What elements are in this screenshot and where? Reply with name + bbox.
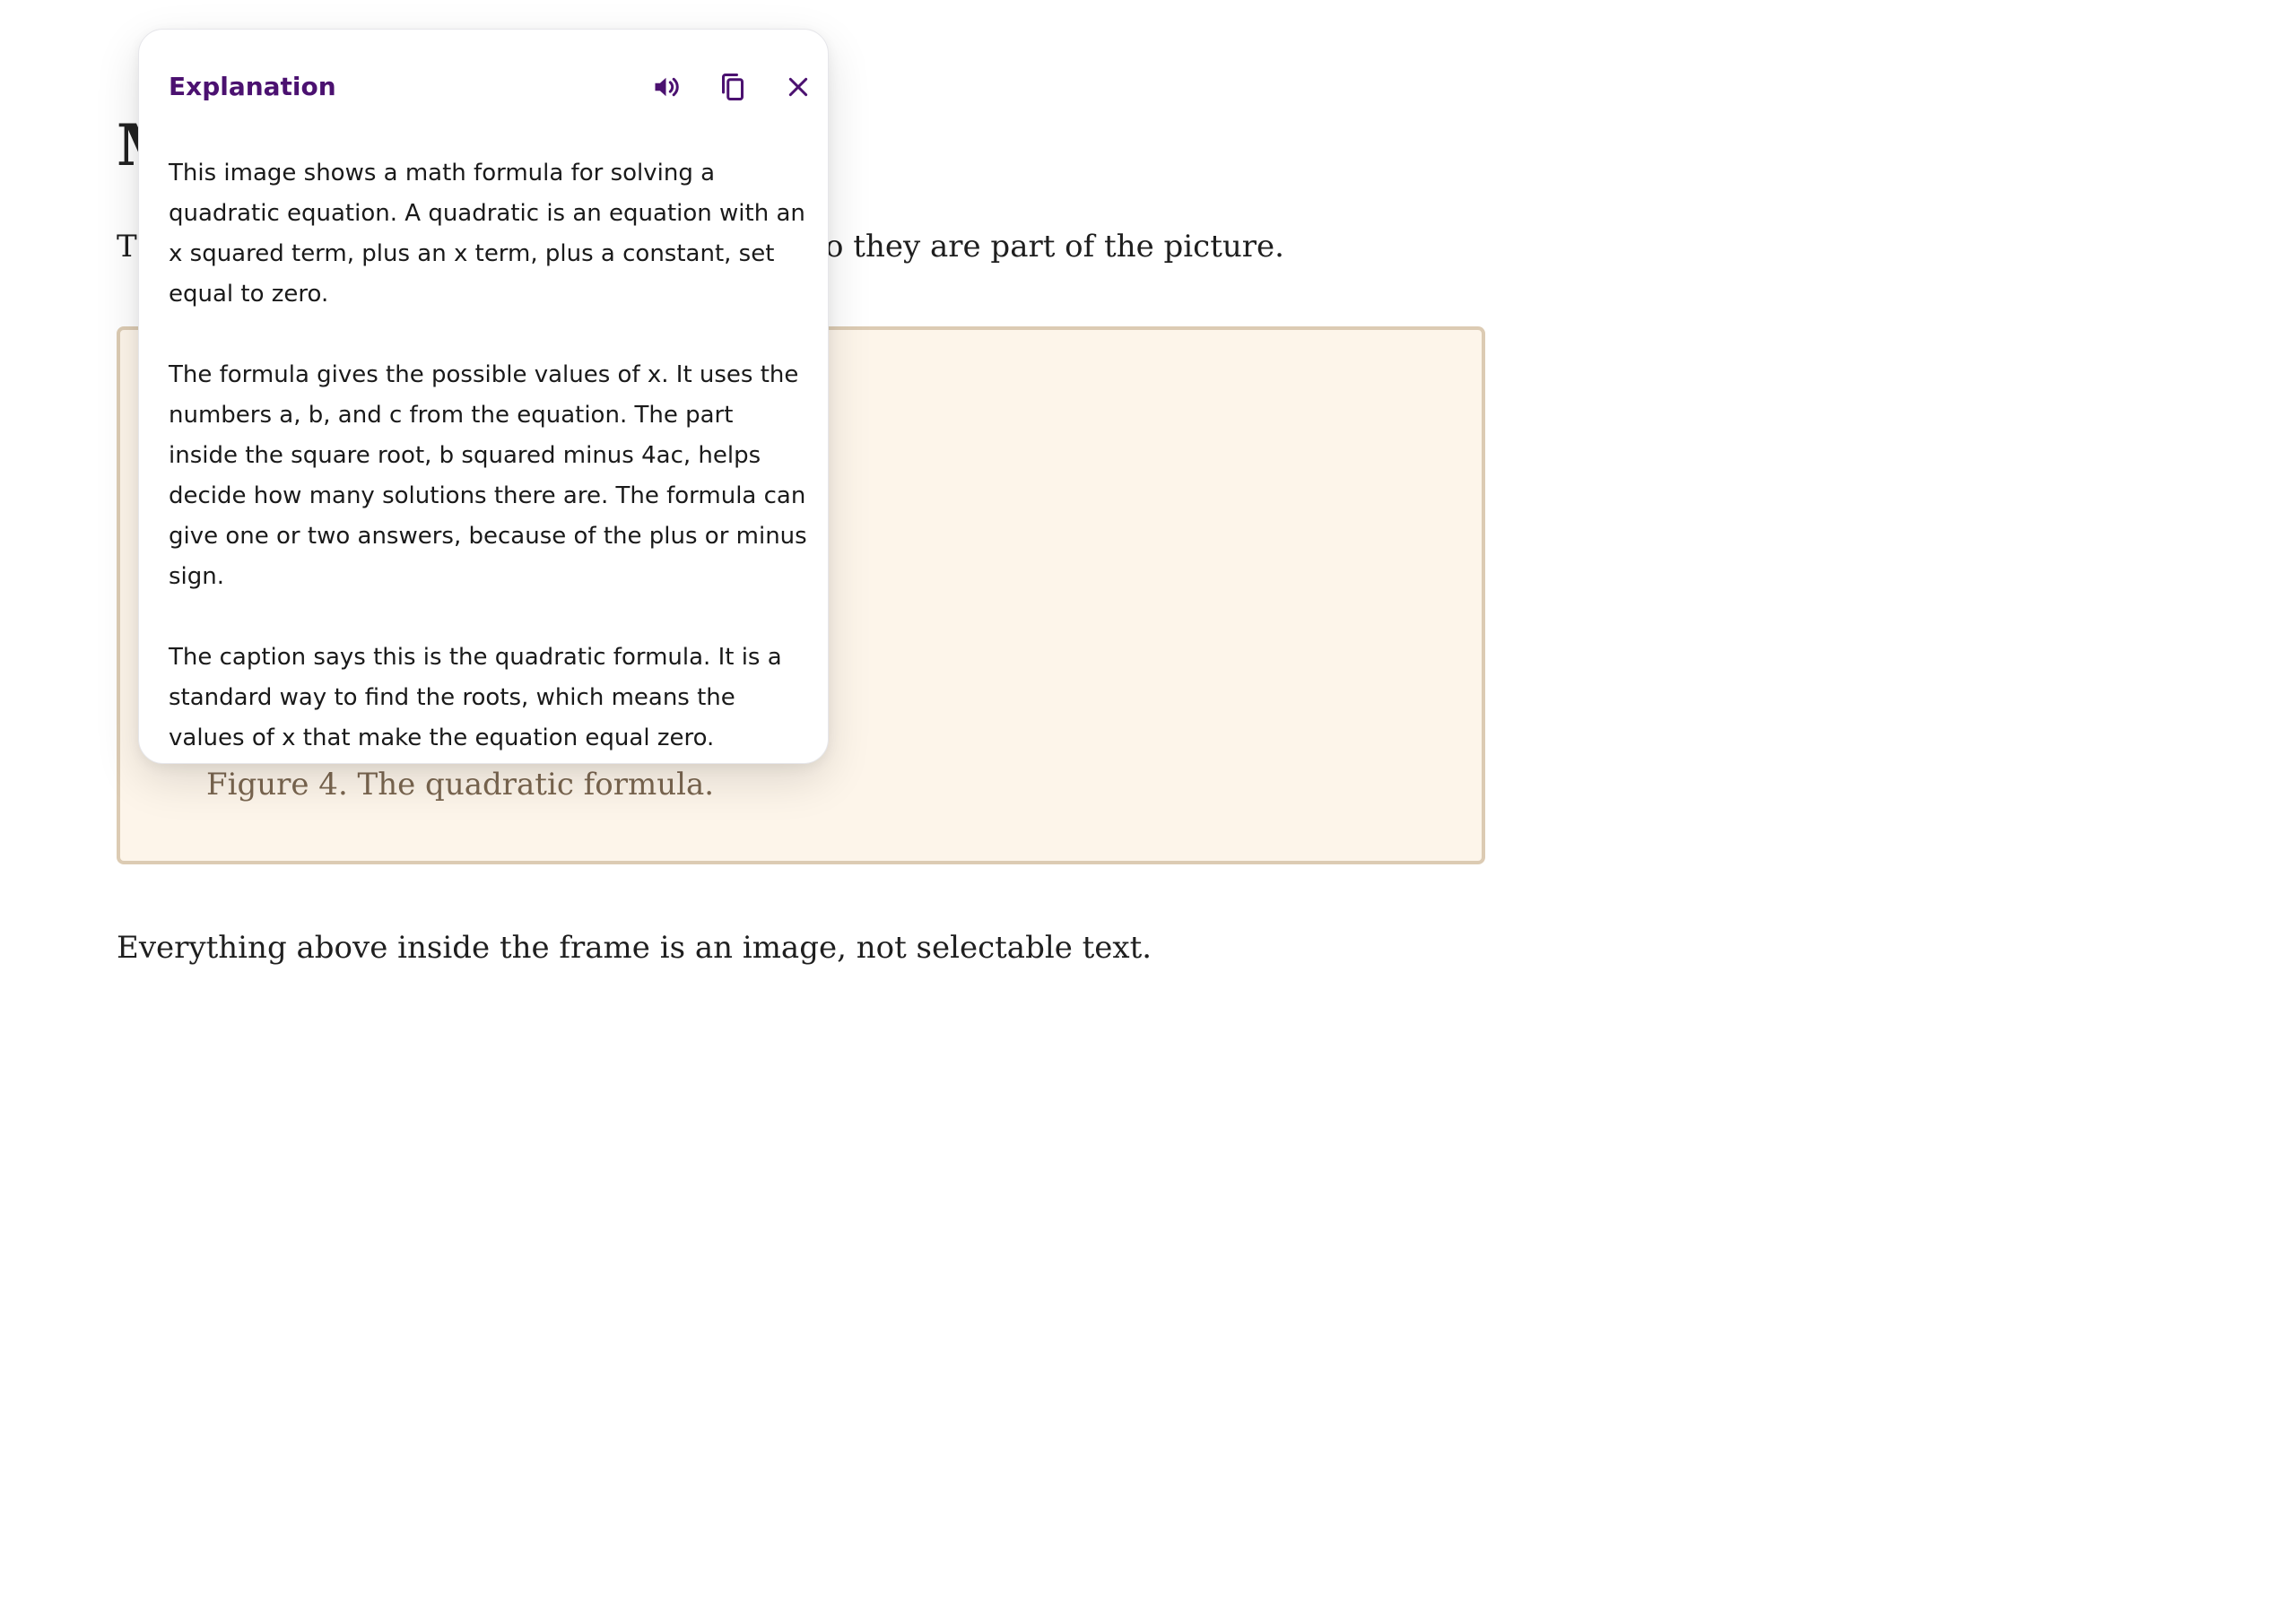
intro-text-end: o they are part of the picture. [825,229,1284,265]
explanation-paragraph: This image shows a math formula for solv… [169,160,805,308]
close-button[interactable] [773,62,823,112]
speaker-icon [655,77,679,97]
read-aloud-button[interactable] [642,62,692,112]
copy-icon [722,74,744,100]
footer-note: Everything above inside the frame is an … [117,930,1152,966]
intro-text-start: T [117,229,137,265]
popover-body: This image shows a math formula for solv… [169,153,807,799]
explanation-paragraph: The formula gives the possible values of… [169,361,807,590]
explanation-paragraph: The caption says this is the quadratic f… [169,644,782,751]
close-icon [788,77,808,97]
explanation-popover: Explanation This image shows a math form… [138,29,829,764]
popover-title: Explanation [169,72,336,101]
copy-button[interactable] [708,62,758,112]
popover-header: Explanation [169,62,808,112]
